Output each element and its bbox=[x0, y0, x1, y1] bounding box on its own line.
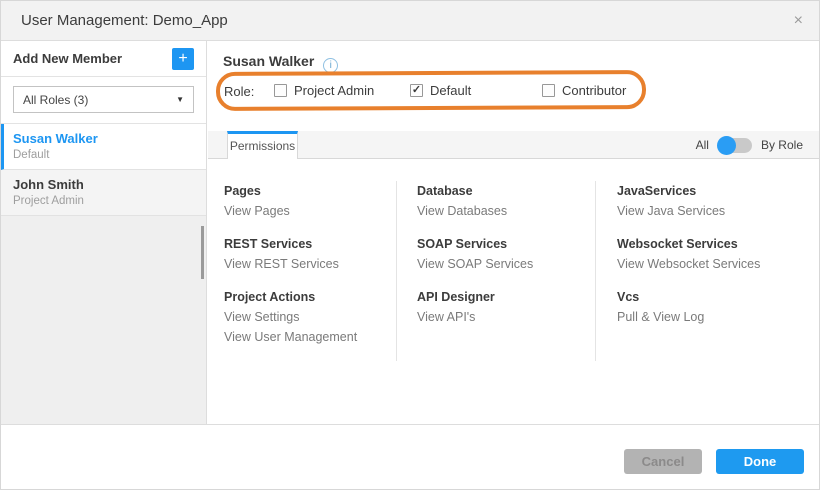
role-checkbox-row: Role: Project Admin ✓ Default Contributo… bbox=[208, 83, 819, 99]
permission-group-websocket-services: Websocket Services View Websocket Servic… bbox=[617, 234, 807, 274]
all-by-role-toggle[interactable] bbox=[718, 138, 752, 153]
checkbox-label: Default bbox=[430, 83, 471, 98]
toggle-label-by-role: By Role bbox=[761, 138, 803, 152]
permission-item: View Java Services bbox=[617, 201, 807, 221]
member-name: John Smith bbox=[13, 177, 194, 192]
permissions-tab-bar: Permissions All By Role bbox=[208, 131, 819, 159]
close-icon[interactable]: × bbox=[794, 1, 803, 41]
user-management-dialog: User Management: Demo_App × Add New Memb… bbox=[0, 0, 820, 490]
add-member-label: Add New Member bbox=[13, 51, 122, 66]
permission-item: View Websocket Services bbox=[617, 254, 807, 274]
permission-item: View REST Services bbox=[224, 254, 389, 274]
permission-group-vcs: Vcs Pull & View Log bbox=[617, 287, 807, 327]
roles-filter-value: All Roles (3) bbox=[23, 93, 88, 107]
checkbox-label: Contributor bbox=[562, 83, 626, 98]
permission-group-title: Websocket Services bbox=[617, 234, 807, 254]
chevron-down-icon: ▼ bbox=[176, 95, 184, 104]
members-sidebar: Add New Member + All Roles (3) ▼ Susan W… bbox=[1, 41, 207, 424]
roles-filter-select[interactable]: All Roles (3) ▼ bbox=[13, 86, 194, 113]
tab-permissions[interactable]: Permissions bbox=[227, 131, 298, 159]
permission-item: View Pages bbox=[224, 201, 389, 221]
check-icon: ✓ bbox=[412, 84, 421, 96]
permission-group-rest-services: REST Services View REST Services bbox=[224, 234, 389, 274]
roles-filter-wrap: All Roles (3) ▼ bbox=[1, 77, 206, 124]
member-item-john-smith[interactable]: John Smith Project Admin bbox=[1, 170, 206, 216]
permission-group-title: Project Actions bbox=[224, 287, 389, 307]
member-detail-panel: Susan Walkeri Role: Project Admin ✓ Defa… bbox=[208, 41, 819, 424]
member-role: Default bbox=[13, 149, 194, 161]
permission-group-api-designer: API Designer View API's bbox=[417, 287, 587, 327]
permission-group-soap-services: SOAP Services View SOAP Services bbox=[417, 234, 587, 274]
column-divider bbox=[595, 181, 596, 361]
permission-item: View Databases bbox=[417, 201, 587, 221]
dialog-footer: Cancel Done bbox=[1, 424, 819, 489]
permissions-column-3: JavaServices View Java Services Websocke… bbox=[617, 181, 807, 340]
permission-group-database: Database View Databases bbox=[417, 181, 587, 221]
permission-group-title: SOAP Services bbox=[417, 234, 587, 254]
plus-icon: + bbox=[178, 50, 187, 67]
column-divider bbox=[396, 181, 397, 361]
role-option-project-admin: Project Admin bbox=[274, 83, 374, 98]
permission-group-pages: Pages View Pages bbox=[224, 181, 389, 221]
done-button[interactable]: Done bbox=[716, 449, 804, 474]
toggle-knob bbox=[717, 136, 736, 155]
toggle-label-all: All bbox=[696, 138, 709, 152]
add-member-button[interactable]: + bbox=[172, 48, 194, 70]
dialog-title: User Management: Demo_App bbox=[21, 1, 228, 41]
permission-item: Pull & View Log bbox=[617, 307, 807, 327]
permission-group-javaservices: JavaServices View Java Services bbox=[617, 181, 807, 221]
checkbox-project-admin[interactable] bbox=[274, 84, 287, 97]
member-role: Project Admin bbox=[13, 195, 194, 207]
info-icon[interactable]: i bbox=[323, 58, 338, 73]
permission-group-title: API Designer bbox=[417, 287, 587, 307]
checkbox-default[interactable]: ✓ bbox=[410, 84, 423, 97]
permission-item: View Settings bbox=[224, 307, 389, 327]
permission-group-title: REST Services bbox=[224, 234, 389, 254]
member-name: Susan Walker bbox=[13, 131, 194, 146]
add-member-row: Add New Member + bbox=[1, 41, 206, 77]
permission-group-title: Pages bbox=[224, 181, 389, 201]
permission-group-title: Vcs bbox=[617, 287, 807, 307]
permission-group-project-actions: Project Actions View Settings View User … bbox=[224, 287, 389, 347]
all-by-role-toggle-group: All By Role bbox=[696, 131, 803, 159]
permission-item: View SOAP Services bbox=[417, 254, 587, 274]
member-item-susan-walker[interactable]: Susan Walker Default bbox=[1, 124, 206, 170]
permission-item: View API's bbox=[417, 307, 587, 327]
checkbox-contributor[interactable] bbox=[542, 84, 555, 97]
dialog-header: User Management: Demo_App × bbox=[1, 1, 819, 41]
role-option-default: ✓ Default bbox=[410, 83, 471, 98]
permission-group-title: Database bbox=[417, 181, 587, 201]
role-label: Role: bbox=[224, 84, 254, 99]
role-option-contributor: Contributor bbox=[542, 83, 626, 98]
selected-member-name: Susan Walkeri bbox=[223, 53, 338, 73]
permissions-column-1: Pages View Pages REST Services View REST… bbox=[224, 181, 389, 360]
checkbox-label: Project Admin bbox=[294, 83, 374, 98]
sidebar-scrollbar-thumb[interactable] bbox=[201, 226, 204, 279]
permission-item: View User Management bbox=[224, 327, 389, 347]
permission-group-title: JavaServices bbox=[617, 181, 807, 201]
cancel-button[interactable]: Cancel bbox=[624, 449, 702, 474]
permissions-column-2: Database View Databases SOAP Services Vi… bbox=[417, 181, 587, 340]
